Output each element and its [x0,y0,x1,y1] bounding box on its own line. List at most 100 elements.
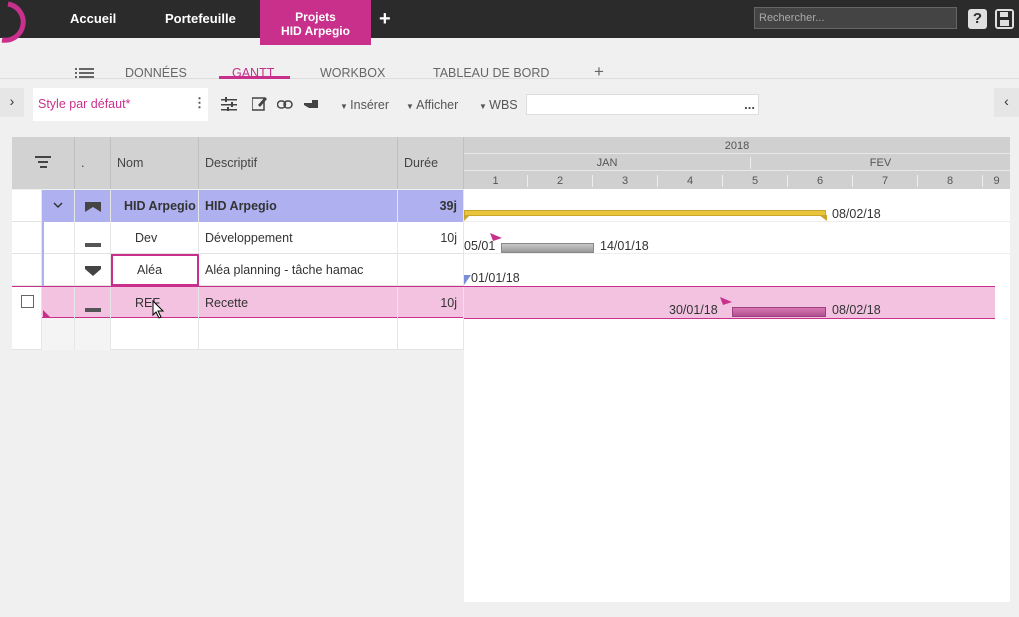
hdr-duree[interactable]: Durée [398,137,464,189]
table-row[interactable]: Aléa Aléa planning - tâche hamac [12,254,464,286]
style-selector[interactable]: Style par défaut* ⋮ [33,88,208,121]
milestone-marker[interactable] [464,275,471,285]
row-empty-cell [75,318,111,350]
task-grid: . Nom Descriptif Durée HID Arpegio HID A… [12,137,464,602]
row-descriptif[interactable]: Aléa planning - tâche hamac [199,254,398,286]
row-descriptif[interactable]: Développement [199,222,398,254]
gantt-month: FEV [869,157,892,169]
edit-icon[interactable] [251,96,267,114]
row-duree[interactable]: 39j [398,190,464,222]
inserer-label: Insérer [350,98,390,112]
collapse-right-icon[interactable]: ‹ [994,88,1019,117]
gantt-week: 7 [853,175,918,187]
app-logo[interactable] [0,0,40,50]
milestone-date: 01/01/18 [471,271,520,285]
gantt-week: 1 [464,175,528,187]
gantt-week: 2 [528,175,593,187]
gantt-week: 8 [918,175,983,187]
mouse-cursor-icon [152,299,165,322]
tab-workbox[interactable]: WORKBOX [320,66,385,80]
row-nom[interactable]: Dev [111,222,199,254]
row-checkbox[interactable] [12,287,42,319]
row-duree[interactable] [398,254,464,286]
task-bar[interactable] [501,243,594,253]
inserer-dropdown[interactable]: ▼ Insérer [340,98,389,112]
task-bar[interactable] [732,307,826,317]
summary-bar-start [464,215,470,221]
row-nom[interactable]: Aléa [111,254,199,286]
kebab-icon[interactable]: ⋮ [193,95,206,111]
bar-end-date: 08/02/18 [832,207,881,221]
nav-project-name: HID Arpegio [281,24,350,38]
nav-projects[interactable]: Projets HID Arpegio [260,0,371,45]
gantt-weeks: 1 2 3 4 5 6 7 8 9 [464,171,1010,189]
nav-home[interactable]: Accueil [70,11,116,26]
expand-left-icon[interactable]: › [0,88,24,117]
gantt-week: 6 [788,175,853,187]
row-nom[interactable]: HID Arpegio [111,190,199,222]
gantt-week: 3 [593,175,658,187]
wbs-label: WBS [489,98,518,112]
gantt-chart: 2018 JAN FEV 1 2 3 4 5 6 7 8 9 08/02/18 … [464,137,1010,602]
summary-bar-end [819,215,827,221]
row-select-cell [12,254,42,286]
search-input[interactable]: Rechercher... [754,7,957,29]
tab-gantt-underline [219,76,290,79]
afficher-dropdown[interactable]: ▼ Afficher [406,98,458,112]
nav-portfolio[interactable]: Portefeuille [165,11,236,26]
caret-down-icon: ▼ [479,102,490,111]
table-row[interactable] [12,318,464,350]
summary-bar[interactable] [464,210,826,216]
hdr-dot[interactable]: . [75,137,111,189]
wbs-input[interactable]: ... [526,94,759,115]
tree-corner [42,287,75,319]
tab-donnees[interactable]: DONNÉES [125,66,187,80]
help-icon[interactable]: ? [968,9,987,29]
gantt-row [464,190,1010,222]
add-tab-icon[interactable]: + [379,8,391,31]
gantt-month: JAN [464,157,751,169]
hdr-tree-icon[interactable] [12,137,75,189]
dependency-arrow-icon [720,297,732,305]
chevron-down-icon[interactable] [42,190,75,222]
hdr-descriptif[interactable]: Descriptif [199,137,398,189]
table-row[interactable]: HID Arpegio HID Arpegio 39j [12,190,464,222]
bar-end-date: 14/01/18 [600,239,649,253]
gantt-week: 9 [993,175,1000,187]
gantt-week: 5 [723,175,788,187]
tab-tableau-de-bord[interactable]: TABLEAU DE BORD [433,66,549,80]
gantt-months: JAN FEV [464,154,1010,171]
row-empty-cell [42,318,75,350]
row-empty-cell [398,318,464,350]
summary-task-icon [75,190,111,222]
hammock-task-icon [75,254,111,286]
bar-start-date: 30/01/18 [669,303,718,317]
row-empty-cell [199,318,398,350]
list-icon[interactable] [75,67,94,79]
row-descriptif[interactable]: Recette [199,287,398,319]
add-view-icon[interactable]: + [594,62,604,82]
afficher-label: Afficher [416,98,459,112]
save-icon[interactable] [995,9,1014,29]
row-duree[interactable]: 10j [398,222,464,254]
caret-down-icon: ▼ [340,102,351,111]
caret-down-icon: ▼ [406,102,417,111]
wbs-dropdown[interactable]: ▼ WBS [479,98,518,112]
link-icon[interactable] [276,98,293,113]
hdr-nom[interactable]: Nom [111,137,199,189]
gantt-week: 4 [658,175,723,187]
row-select-cell [12,318,42,350]
table-row[interactable]: Dev Développement 10j [12,222,464,254]
more-icon[interactable]: ... [744,97,755,112]
task-icon [75,287,111,319]
row-select-cell [12,222,42,254]
dependency-arrow-icon [490,233,502,241]
gantt-year: 2018 [464,137,1010,154]
table-row[interactable]: REF Recette 10j [12,286,464,319]
nav-projects-label: Projets [295,10,336,24]
row-descriptif[interactable]: HID Arpegio [199,190,398,222]
pointer-hand-icon[interactable] [304,97,319,112]
settings-sliders-icon[interactable] [221,97,237,114]
tree-line [42,254,75,286]
row-duree[interactable]: 10j [398,287,464,319]
